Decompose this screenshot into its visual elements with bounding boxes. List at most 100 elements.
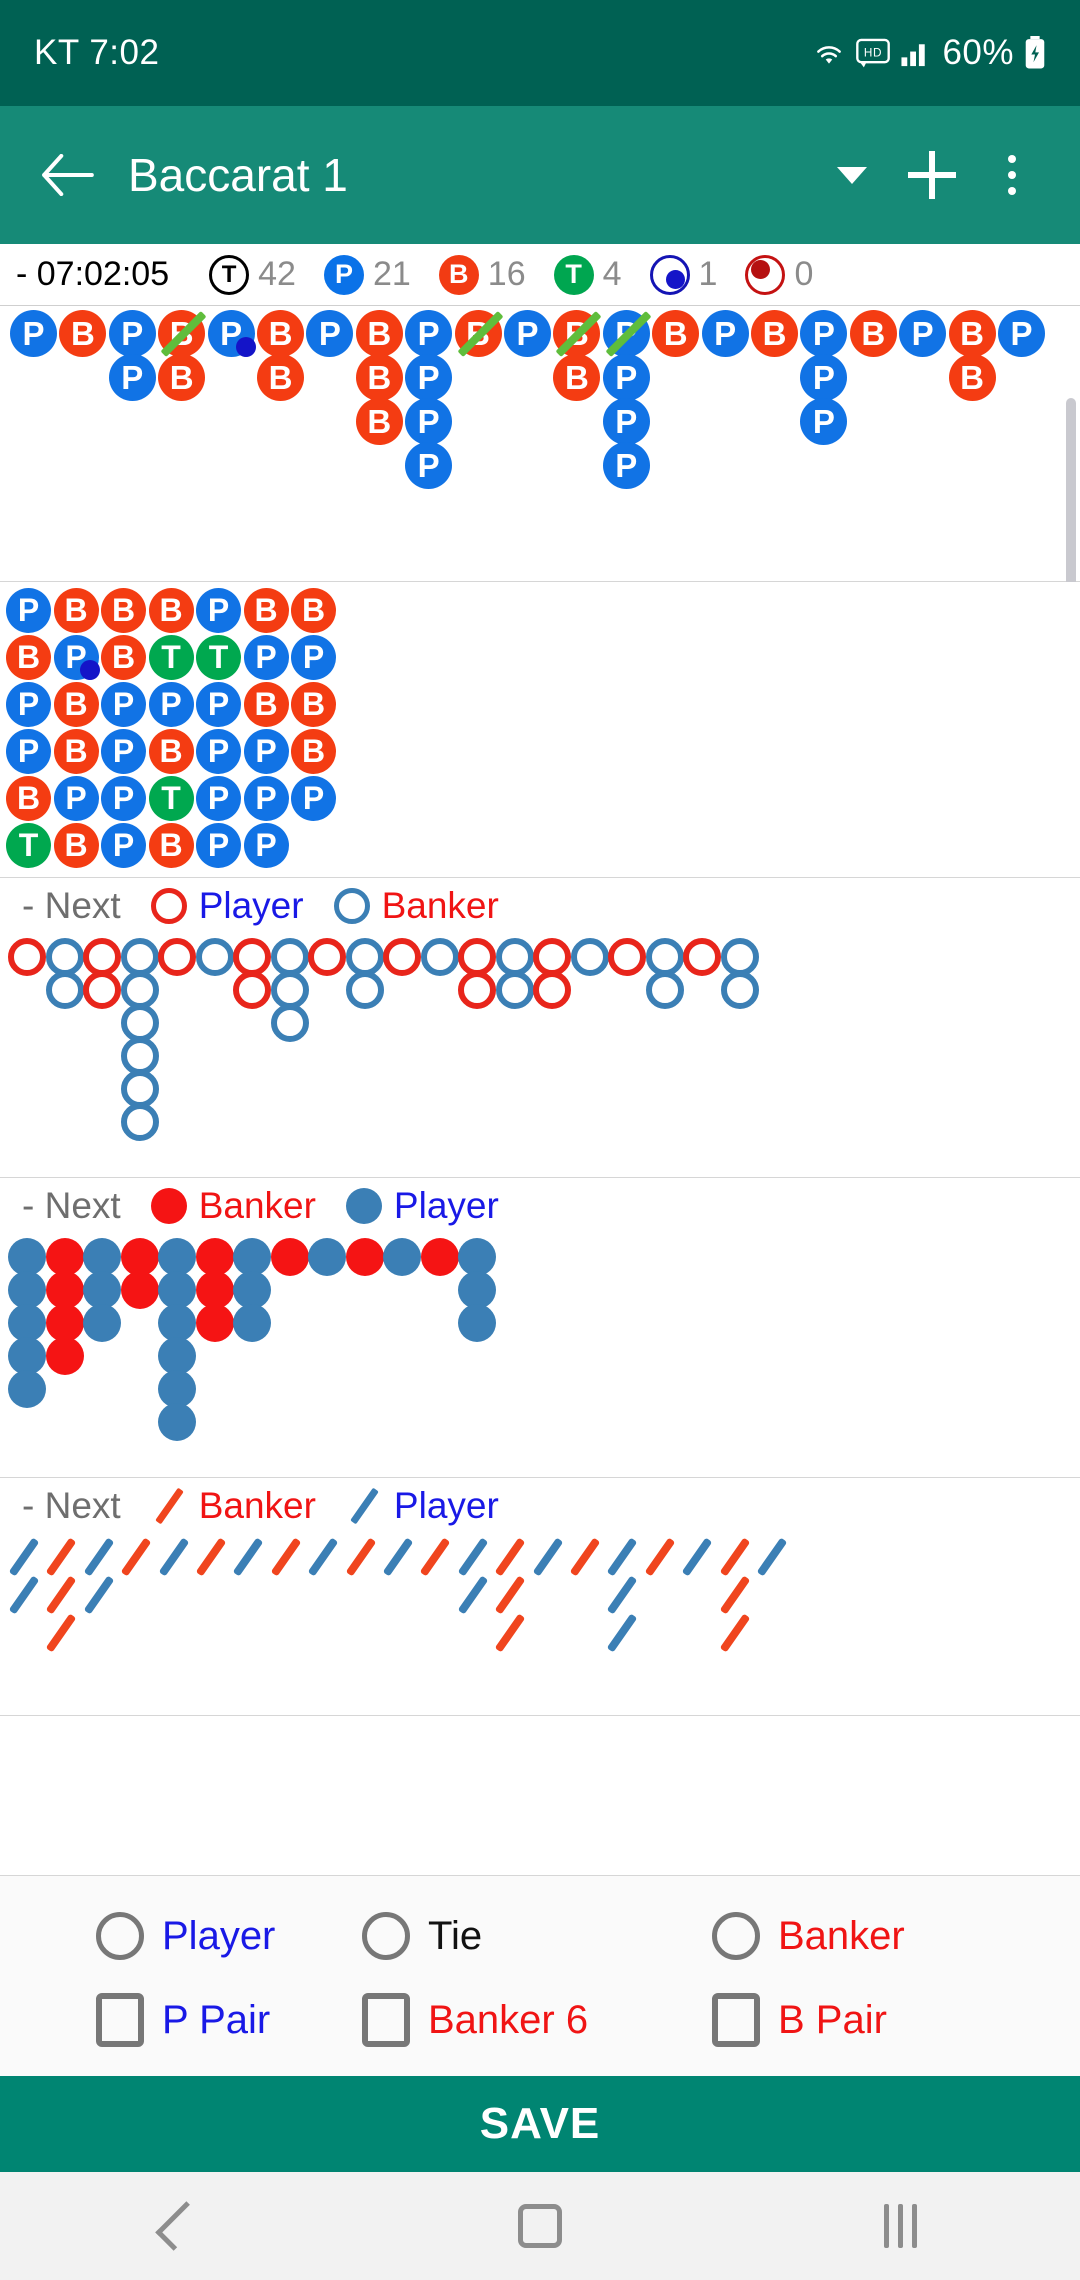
big-road-cell[interactable]: B [751, 310, 798, 357]
cockroach-pig-cell[interactable] [457, 1537, 489, 1577]
bead-plate-cell[interactable]: B [53, 729, 99, 774]
save-button[interactable]: SAVE [0, 2076, 1080, 2172]
plus-icon[interactable] [892, 135, 972, 215]
cockroach-pig-grid[interactable] [0, 1534, 1080, 1714]
bead-plate-cell[interactable]: T [196, 635, 241, 680]
big-eye-boy-cell[interactable] [683, 938, 721, 976]
big-road-grid[interactable]: PBPPBBPBBPBBBPPPPBPBBPPPPBPBPPPBPBBP [0, 306, 1080, 582]
cockroach-pig-cell[interactable] [83, 1575, 115, 1615]
big-road-cell[interactable]: P [504, 310, 551, 357]
big-road-cell[interactable]: P [800, 354, 848, 401]
small-road-cell[interactable] [345, 1238, 384, 1276]
bead-plate-cell[interactable]: B [101, 635, 146, 680]
big-road-cell[interactable]: B [158, 354, 206, 401]
big-eye-boy-cell[interactable] [645, 971, 684, 1009]
big-eye-boy-cell[interactable] [458, 971, 496, 1009]
bead-plate-cell[interactable]: B [6, 776, 51, 821]
big-road-cell[interactable]: P [306, 310, 354, 357]
big-eye-boy-cell[interactable] [8, 938, 46, 976]
bead-plate-cell[interactable]: B [53, 682, 99, 727]
vertical-scrollbar[interactable] [1066, 398, 1076, 594]
bead-plate-cell[interactable]: P [6, 729, 51, 774]
big-road-cell[interactable]: B [355, 398, 403, 445]
bead-plate-cell[interactable]: P [101, 729, 146, 774]
big-eye-boy-cell[interactable] [120, 1103, 159, 1141]
big-eye-boy-cell[interactable] [383, 938, 421, 976]
cockroach-pig-cell[interactable] [494, 1613, 526, 1653]
small-road-cell[interactable] [158, 1403, 196, 1441]
checkbox-banker-6[interactable]: Banker 6 [330, 1993, 660, 2047]
cockroach-pig-cell[interactable] [756, 1537, 788, 1577]
small-road-cell[interactable] [8, 1370, 46, 1408]
cockroach-pig-cell[interactable] [420, 1537, 451, 1577]
big-road-cell[interactable]: P [108, 310, 156, 357]
bead-plate-cell[interactable]: T [148, 635, 194, 680]
bead-plate-cell[interactable]: P [196, 776, 241, 821]
bead-plate-cell[interactable]: P [53, 776, 99, 821]
more-vertical-icon[interactable] [972, 135, 1052, 215]
big-eye-boy-cell[interactable] [345, 971, 384, 1009]
big-road-cell[interactable]: B [355, 310, 403, 357]
radio-tie-circle-icon[interactable] [362, 1912, 410, 1960]
small-road-cell[interactable] [195, 1304, 234, 1342]
bead-plate-cell[interactable]: P [243, 823, 289, 868]
cockroach-pig-cell[interactable] [233, 1537, 264, 1577]
small-road-cell[interactable] [420, 1238, 459, 1276]
bead-plate-cell[interactable]: B [53, 823, 99, 868]
small-road-section[interactable]: - Next Banker Player [0, 1178, 1080, 1478]
nav-recents-icon[interactable] [720, 2204, 1080, 2248]
cockroach-pig-cell[interactable] [120, 1537, 152, 1577]
big-road-cell[interactable]: P [800, 310, 848, 357]
cockroach-pig-cell[interactable] [569, 1537, 601, 1577]
nav-home-icon[interactable] [360, 2204, 720, 2248]
bead-plate-cell[interactable]: B [243, 588, 289, 633]
bead-plate-cell[interactable]: P [196, 729, 241, 774]
big-road-cell[interactable]: B [59, 310, 107, 357]
bead-plate-cell[interactable]: P [101, 776, 146, 821]
cockroach-pig-cell[interactable] [681, 1537, 713, 1577]
big-road-cell[interactable]: P [701, 310, 749, 357]
bead-plate-cell[interactable]: T [148, 776, 194, 821]
big-road-cell[interactable]: P [405, 354, 453, 401]
bead-plate-section[interactable]: PBBBPBBBPBTTPPPBPPPBBPBPBPPBBPPTPPPTBPBP… [0, 582, 1080, 878]
bead-plate-cell[interactable]: B [53, 588, 99, 633]
bead-plate-cell[interactable]: B [148, 588, 194, 633]
bead-plate-cell[interactable]: P [291, 635, 336, 680]
cockroach-pig-cell[interactable] [270, 1537, 302, 1577]
big-road-cell[interactable]: B [849, 310, 897, 357]
big-eye-boy-cell[interactable] [495, 971, 534, 1009]
cockroach-pig-cell[interactable] [644, 1537, 676, 1577]
bead-plate-cell[interactable]: P [291, 776, 336, 821]
small-road-cell[interactable] [383, 1238, 421, 1276]
cockroach-pig-cell[interactable] [719, 1575, 750, 1615]
small-road-grid[interactable] [0, 1234, 1080, 1474]
bead-plate-cell[interactable]: P [148, 682, 194, 727]
big-eye-boy-cell[interactable] [195, 938, 234, 976]
cockroach-pig-section[interactable]: - Next Banker Player [0, 1478, 1080, 1716]
big-eye-boy-cell[interactable] [420, 938, 459, 976]
cockroach-pig-cell[interactable] [719, 1537, 750, 1577]
big-eye-boy-grid[interactable] [0, 934, 1080, 1174]
cockroach-pig-cell[interactable] [345, 1537, 376, 1577]
nav-back-icon[interactable] [0, 2201, 360, 2251]
cockroach-pig-cell[interactable] [607, 1613, 638, 1653]
bead-plate-cell[interactable]: P [196, 682, 241, 727]
bead-plate-cell[interactable]: B [291, 588, 336, 633]
big-eye-boy-cell[interactable] [570, 938, 609, 976]
bead-plate-cell[interactable]: P [6, 682, 51, 727]
big-road-cell[interactable]: P [405, 310, 453, 357]
cockroach-pig-cell[interactable] [607, 1537, 638, 1577]
bead-plate-cell[interactable]: B [148, 729, 194, 774]
big-road-cell[interactable]: B [652, 310, 700, 357]
cockroach-pig-cell[interactable] [307, 1537, 339, 1577]
big-road-cell[interactable]: P [108, 354, 156, 401]
bead-plate-cell[interactable]: P [196, 588, 241, 633]
big-road-cell[interactable]: P [405, 442, 453, 489]
big-eye-boy-cell[interactable] [158, 938, 196, 976]
cockroach-pig-cell[interactable] [158, 1537, 189, 1577]
bead-plate-cell[interactable]: B [6, 635, 51, 680]
bead-plate-cell[interactable]: P [196, 823, 241, 868]
bead-plate-cell[interactable]: T [6, 823, 51, 868]
cockroach-pig-cell[interactable] [607, 1575, 638, 1615]
cockroach-pig-cell[interactable] [532, 1537, 563, 1577]
